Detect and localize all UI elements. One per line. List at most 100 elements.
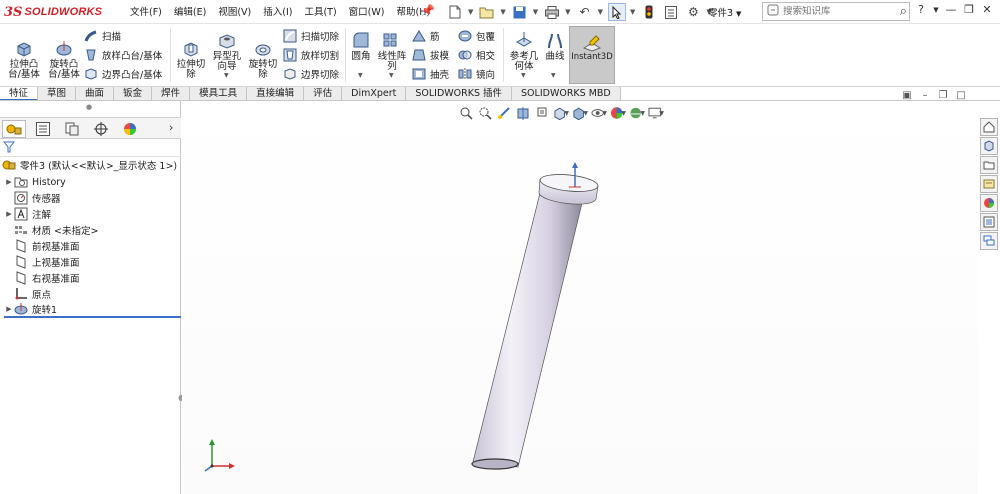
- maximize-viewport-icon[interactable]: □: [952, 90, 970, 101]
- dimxpert-manager-tab[interactable]: [89, 120, 113, 138]
- tab-sheet-metal[interactable]: 钣金: [114, 87, 153, 101]
- tree-item-annotations[interactable]: ▶ 注解: [4, 206, 185, 222]
- file-explorer-icon[interactable]: [980, 175, 998, 193]
- tab-mold-tools[interactable]: 模具工具: [190, 87, 248, 101]
- menu-tools[interactable]: 工具(T): [304, 4, 336, 18]
- chevron-down-icon[interactable]: ▼: [598, 8, 603, 16]
- mirror-button[interactable]: 镜向: [458, 66, 495, 82]
- tab-direct-editing[interactable]: 直接编辑: [247, 87, 305, 101]
- tree-item-sensors[interactable]: 传感器: [14, 190, 195, 206]
- open-folder-icon[interactable]: [478, 3, 496, 21]
- minimize-viewport-icon[interactable]: –: [916, 90, 934, 101]
- restore-viewport-icon[interactable]: ❐: [934, 90, 952, 101]
- chevron-down-icon[interactable]: ▼: [358, 72, 363, 79]
- chevron-down-icon[interactable]: ▼: [533, 8, 538, 16]
- tab-solidworks-mbd[interactable]: SOLIDWORKS MBD: [512, 87, 621, 101]
- tab-sketch[interactable]: 草图: [38, 87, 77, 101]
- custom-properties-icon[interactable]: [980, 213, 998, 231]
- expand-arrow-icon[interactable]: ▶: [4, 210, 14, 218]
- reference-geometry-button[interactable]: 参考几 何体: [505, 30, 543, 72]
- undo-icon[interactable]: ↶: [576, 3, 594, 21]
- expand-arrow-icon[interactable]: ▶: [4, 178, 14, 186]
- resources-icon[interactable]: [980, 137, 998, 155]
- minimize-button[interactable]: —: [942, 3, 960, 16]
- design-library-icon[interactable]: [980, 156, 998, 174]
- tab-solidworks-addins[interactable]: SOLIDWORKS 插件: [406, 87, 513, 101]
- chevron-down-icon[interactable]: ▼: [565, 8, 570, 16]
- tab-weldments[interactable]: 焊件: [152, 87, 191, 101]
- instant3d-button[interactable]: Instant3D: [569, 26, 615, 84]
- menu-file[interactable]: 文件(F): [130, 4, 162, 18]
- print-icon[interactable]: [543, 3, 561, 21]
- intersect-button[interactable]: 相交: [458, 47, 495, 63]
- solidworks-logo[interactable]: 3S SOLIDWORKS: [4, 3, 102, 21]
- tree-item-right-plane[interactable]: 右视基准面: [14, 270, 195, 286]
- chevron-down-icon[interactable]: ▼: [389, 72, 394, 79]
- menu-view[interactable]: 视图(V): [218, 4, 251, 18]
- tree-item-front-plane[interactable]: 前视基准面: [14, 238, 195, 254]
- sweep-button[interactable]: 扫描: [84, 28, 121, 44]
- tree-item-history[interactable]: ▶ History: [4, 174, 185, 190]
- search-scope-icon[interactable]: [767, 4, 779, 19]
- expand-arrow-icon[interactable]: ▶: [4, 305, 14, 313]
- chevron-down-icon[interactable]: ▼: [930, 6, 942, 14]
- extrude-boss-button[interactable]: 拉伸凸 台/基体: [4, 38, 44, 80]
- knowledge-search[interactable]: ⌕: [762, 2, 910, 21]
- new-document-icon[interactable]: [446, 3, 464, 21]
- tree-item-revolve1[interactable]: ▶ 旋转1: [4, 302, 181, 318]
- rebuild-traffic-light-icon[interactable]: [640, 3, 658, 21]
- draft-button[interactable]: 拔模: [412, 47, 449, 63]
- property-manager-tab[interactable]: [31, 120, 55, 138]
- forum-icon[interactable]: [980, 232, 998, 250]
- revolve-cut-button[interactable]: 旋转切 除: [244, 38, 282, 80]
- file-properties-icon[interactable]: [662, 3, 680, 21]
- hole-wizard-button[interactable]: 异型孔 向导: [208, 30, 246, 72]
- tree-filter-row[interactable]: [0, 139, 181, 157]
- home-icon[interactable]: [980, 118, 998, 136]
- chevron-down-icon[interactable]: ▼: [500, 8, 505, 16]
- boundary-boss-button[interactable]: 边界凸台/基体: [84, 66, 162, 82]
- chevron-right-icon[interactable]: ›: [169, 121, 173, 134]
- shell-button[interactable]: 抽壳: [412, 66, 449, 82]
- filter-icon[interactable]: [3, 141, 15, 153]
- save-icon[interactable]: [511, 3, 529, 21]
- curves-button[interactable]: 曲线: [541, 30, 569, 62]
- document-title[interactable]: 零件3 ▼: [708, 5, 741, 19]
- collapse-panel-icon[interactable]: ▣: [898, 90, 916, 101]
- tab-features[interactable]: 特征: [0, 87, 39, 101]
- menu-insert[interactable]: 插入(I): [263, 4, 292, 18]
- lofted-cut-button[interactable]: 放样切割: [283, 47, 339, 63]
- tree-item-origin[interactable]: 原点: [14, 286, 195, 302]
- swept-cut-button[interactable]: 扫描切除: [283, 28, 339, 44]
- revolve-boss-button[interactable]: 旋转凸 台/基体: [44, 38, 84, 80]
- flange-head[interactable]: [538, 172, 599, 205]
- menu-window[interactable]: 窗口(W): [349, 4, 385, 18]
- chevron-down-icon[interactable]: ▼: [468, 8, 473, 16]
- tree-root-part[interactable]: 零件3 (默认<<默认>_显示状态 1>): [0, 157, 181, 173]
- help-button[interactable]: ?: [912, 3, 930, 16]
- tab-surfaces[interactable]: 曲面: [76, 87, 115, 101]
- rib-button[interactable]: 筋: [412, 28, 440, 44]
- fillet-button[interactable]: 圆角: [347, 30, 375, 62]
- feature-manager-tab[interactable]: [2, 120, 26, 138]
- linear-pattern-button[interactable]: 线性阵 列: [374, 30, 410, 72]
- boundary-cut-button[interactable]: 边界切除: [283, 66, 339, 82]
- display-manager-tab[interactable]: [118, 120, 142, 138]
- chevron-down-icon[interactable]: ▼: [551, 72, 556, 79]
- configuration-manager-tab[interactable]: [60, 120, 84, 138]
- tab-evaluate[interactable]: 评估: [304, 87, 343, 101]
- chevron-down-icon[interactable]: ▼: [224, 72, 229, 79]
- search-input[interactable]: [783, 6, 887, 17]
- restore-button[interactable]: ❐: [960, 3, 978, 16]
- select-arrow-icon[interactable]: [607, 3, 626, 21]
- search-icon[interactable]: ⌕: [900, 4, 907, 19]
- close-button[interactable]: ✕: [978, 3, 996, 16]
- extrude-cut-button[interactable]: 拉伸切 除: [172, 38, 210, 80]
- loft-boss-button[interactable]: 放样凸台/基体: [84, 47, 162, 63]
- wrap-button[interactable]: 包覆: [458, 28, 495, 44]
- tree-item-material[interactable]: 材质 <未指定>: [14, 222, 195, 238]
- part-model[interactable]: [182, 101, 978, 494]
- menu-edit[interactable]: 编辑(E): [174, 4, 206, 18]
- chevron-down-icon[interactable]: ▼: [630, 8, 635, 16]
- pin-icon[interactable]: 📌: [421, 4, 435, 17]
